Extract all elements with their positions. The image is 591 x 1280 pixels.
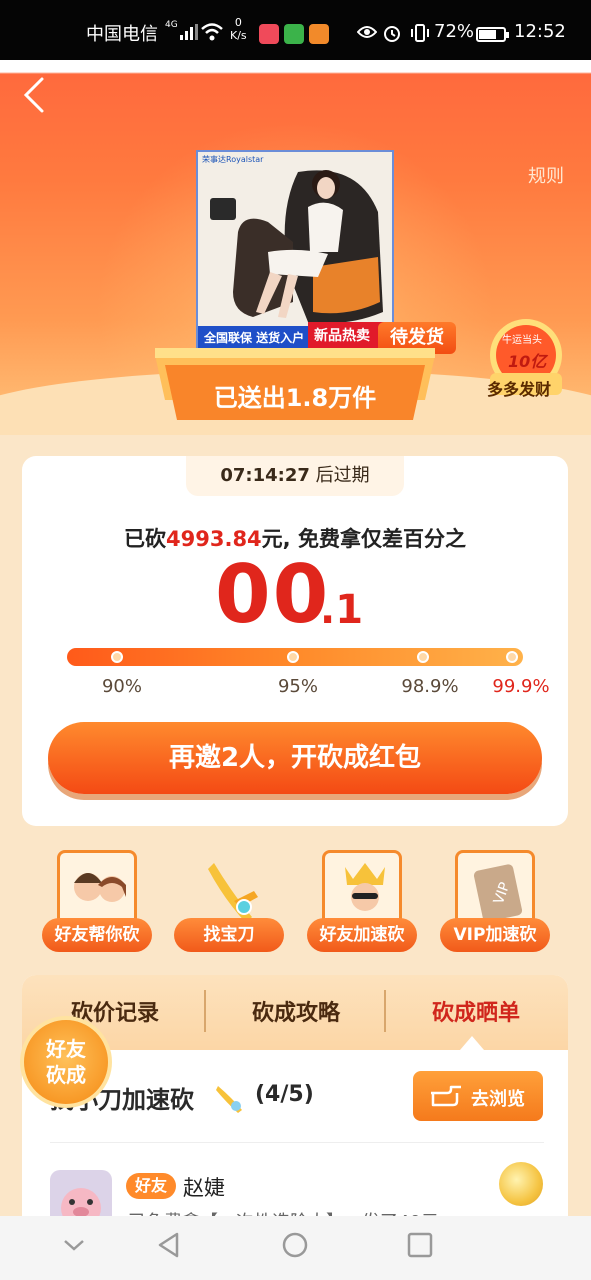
milestone-98-9: 98.9% [401, 676, 459, 697]
progress-dot [506, 651, 518, 663]
vibrate-icon [411, 24, 429, 42]
go-browse-button[interactable]: 去浏览 [413, 1071, 543, 1121]
player-app-icon [309, 24, 329, 44]
active-tab-pointer [460, 1036, 484, 1050]
progress-dot [287, 651, 299, 663]
timer-suffix: 后过期 [309, 465, 370, 486]
friend-success-floating-badge[interactable]: 好友 砍成 [20, 1016, 112, 1108]
progress-dot [111, 651, 123, 663]
pointing-hand-icon [431, 1085, 461, 1107]
video-app-icon [284, 24, 304, 44]
speed-value: 0 [234, 16, 242, 29]
product-image[interactable]: 荣事达Royalstar 全国联保 送货入户 新品热卖 [196, 150, 394, 350]
massage-chair-illustration [198, 152, 392, 348]
feature-label: 好友帮你砍 [42, 918, 152, 952]
remaining-percent-main: 00 [215, 548, 331, 641]
milestone-99-9: 99.9% [492, 676, 550, 697]
speed-unit: K/s [230, 29, 247, 42]
browse-button-label: 去浏览 [471, 1089, 525, 1110]
floating-badge-line2: 砍成 [46, 1063, 86, 1087]
tab-bargain-showcase[interactable]: 砍成晒单 [386, 995, 566, 1027]
sold-count: 已送出1.8万件 [213, 384, 377, 412]
product-brand-label: 荣事达Royalstar [202, 155, 264, 164]
floating-badge-line1: 好友 [46, 1037, 86, 1061]
expiry-timer: 07:14:27 后过期 [186, 456, 404, 496]
signal-icon [180, 24, 198, 40]
wifi-icon [201, 23, 223, 41]
feature-label: VIP加速砍 [440, 918, 550, 952]
lucky-badge-amount: 10亿 [508, 352, 547, 371]
recents-icon[interactable] [406, 1231, 434, 1259]
knife-icon [216, 1086, 242, 1113]
back-icon[interactable] [18, 75, 48, 115]
feature-friend-boost[interactable]: 好友加速砍 [307, 850, 417, 954]
progress-dot [417, 651, 429, 663]
feature-vip-boost[interactable]: VIP VIP加速砍 [440, 850, 550, 954]
lucky-badge-top: 牛运当头 [502, 335, 542, 346]
eye-icon [357, 26, 377, 38]
feature-label: 找宝刀 [174, 918, 284, 952]
alarm-icon [384, 26, 400, 42]
network-type-label: 4G [165, 20, 178, 30]
friend-name: 赵婕 [183, 1176, 225, 1200]
carrier-label: 中国电信 [86, 24, 158, 45]
friend-badge: 好友 [126, 1173, 176, 1199]
cut-prefix: 已砍 [124, 527, 167, 551]
battery-icon [476, 27, 509, 42]
battery-percent: 72% [434, 21, 475, 42]
network-speed: 0 K/s [230, 16, 247, 42]
feature-label: 好友加速砍 [307, 918, 417, 952]
task-progress: (4/5) [255, 1082, 314, 1107]
medal-icon [499, 1162, 543, 1206]
collapse-icon[interactable] [60, 1231, 88, 1259]
back-nav-icon[interactable] [155, 1231, 183, 1259]
row-divider [50, 1142, 544, 1143]
remaining-percent-decimal: .1 [320, 587, 364, 633]
milestone-90: 90% [101, 676, 142, 697]
rules-link[interactable]: 规则 [528, 162, 564, 188]
milestone-95: 95% [277, 676, 318, 697]
lucky-badge-label: 多多发财 [487, 380, 552, 399]
timer-value: 07:14:27 [220, 465, 310, 486]
app-notification-icon [259, 24, 279, 44]
home-icon[interactable] [281, 1231, 309, 1259]
feature-find-sword[interactable]: 找宝刀 [174, 850, 284, 954]
tab-bargain-guide[interactable]: 砍成攻略 [206, 995, 386, 1027]
battery-fill [479, 30, 496, 39]
invite-friends-button[interactable]: 再邀2人，开砍成红包 [48, 722, 542, 794]
clock: 12:52 [514, 21, 566, 42]
status-bar: 中国电信 4G 0 K/s 72% 12:52 [0, 0, 591, 60]
feature-friends-help[interactable]: 好友帮你砍 [42, 850, 152, 954]
